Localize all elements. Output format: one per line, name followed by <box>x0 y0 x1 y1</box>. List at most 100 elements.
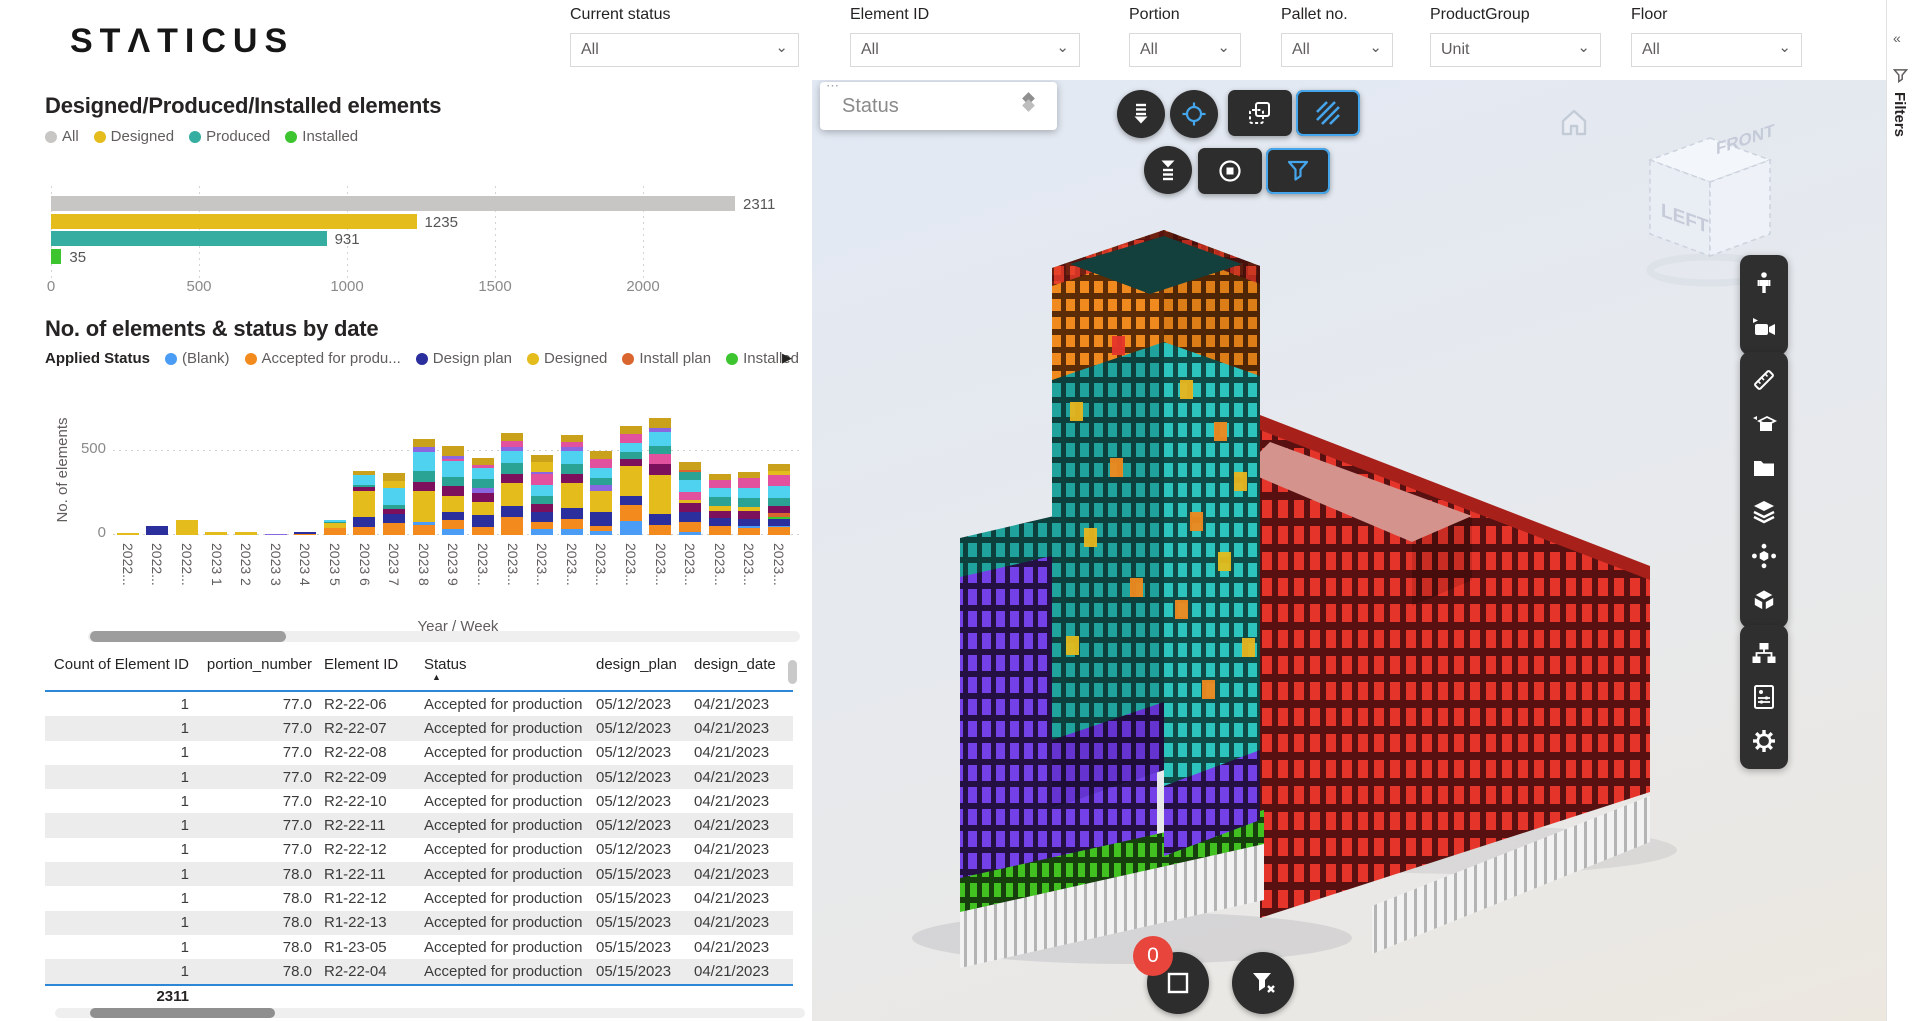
stacked-bar[interactable] <box>679 462 701 535</box>
home-view-button[interactable] <box>1557 106 1591 143</box>
stacked-bar[interactable] <box>117 533 139 535</box>
slicer-dropdown-floor[interactable]: All⌄ <box>1631 33 1802 67</box>
table-header-status[interactable]: Status▲ <box>418 652 590 690</box>
table-row[interactable]: 178.0R1-22-11Accepted for production05/1… <box>45 862 793 886</box>
bar-installed[interactable] <box>51 249 61 264</box>
table-row[interactable]: 177.0R2-22-07Accepted for production05/1… <box>45 716 793 740</box>
page-scrollbar-thumb[interactable] <box>90 1008 275 1018</box>
legend-more-icon[interactable]: ▶ <box>782 350 792 366</box>
grouping-button[interactable] <box>1740 534 1788 578</box>
slicer-dropdown-element-id[interactable]: All⌄ <box>850 33 1080 67</box>
table-row[interactable]: 177.0R2-22-09Accepted for production05/1… <box>45 765 793 789</box>
properties-button[interactable] <box>1740 675 1788 719</box>
bar-segment-design_plan <box>442 512 464 520</box>
legend-item-accepted[interactable]: Accepted for produ... <box>245 350 401 367</box>
legend-item-blank[interactable]: (Blank) <box>165 350 230 367</box>
table-row[interactable]: 177.0R2-22-12Accepted for production05/1… <box>45 838 793 862</box>
chevron-down-icon: ⌄ <box>775 38 788 56</box>
chart2-scrollbar-thumb[interactable] <box>90 631 286 642</box>
viewer-filter-button[interactable] <box>1266 148 1330 194</box>
stacked-bar[interactable] <box>413 439 435 535</box>
model-tree-button[interactable] <box>1740 631 1788 675</box>
focus-target-button[interactable] <box>1170 90 1218 138</box>
stacked-bar[interactable] <box>472 458 494 535</box>
stacked-bar[interactable] <box>265 534 287 535</box>
lower-model-button[interactable] <box>1117 90 1165 138</box>
raise-model-button[interactable] <box>1144 146 1192 194</box>
stacked-bar[interactable] <box>146 526 168 535</box>
section-mode-button[interactable] <box>1198 148 1262 194</box>
table-cell: 77.0 <box>195 793 318 810</box>
table-row[interactable]: 178.0R1-22-12Accepted for production05/1… <box>45 886 793 910</box>
table-row[interactable]: 177.0R2-22-06Accepted for production05/1… <box>45 692 793 716</box>
legend-item-designed[interactable]: Designed <box>527 350 607 367</box>
stacked-bar[interactable] <box>294 532 316 535</box>
slicer-value: Unit <box>1441 41 1577 59</box>
stacked-bar[interactable] <box>768 464 790 535</box>
bar-segment-design_plan <box>561 508 583 520</box>
chart2-scrollbar-track[interactable] <box>88 631 800 642</box>
table-cell: 1 <box>45 841 195 858</box>
legend-item-install_plan[interactable]: Install plan <box>622 350 711 367</box>
table-row[interactable]: 177.0R2-22-11Accepted for production05/1… <box>45 813 793 837</box>
filters-pane-label[interactable]: Filters <box>1891 92 1908 137</box>
stacked-bar[interactable] <box>205 532 227 535</box>
legend-label: Designed <box>544 350 607 367</box>
table-row[interactable]: 178.0R2-22-04Accepted for production05/1… <box>45 959 793 983</box>
table-header-design-plan[interactable]: design_plan <box>590 652 688 690</box>
stacked-bar[interactable] <box>531 455 553 535</box>
legend-item-installed[interactable]: Installed <box>285 128 358 145</box>
table-row[interactable]: 178.0R1-23-05Accepted for production05/1… <box>45 935 793 959</box>
files-button[interactable] <box>1740 446 1788 490</box>
legend-item-all[interactable]: All <box>45 128 79 145</box>
status-field-card[interactable]: ⋯ Status <box>820 82 1057 130</box>
slicer-dropdown-portion[interactable]: All⌄ <box>1129 33 1241 67</box>
expand-filters-icon[interactable]: « <box>1893 30 1901 46</box>
stacked-bar[interactable] <box>353 471 375 535</box>
settings-button[interactable] <box>1740 719 1788 763</box>
copy-view-button[interactable] <box>1228 90 1292 136</box>
legend-item-designed[interactable]: Designed <box>94 128 174 145</box>
camera-views-button[interactable] <box>1740 305 1788 349</box>
measure-button[interactable] <box>1740 358 1788 402</box>
section-box-button[interactable] <box>1740 402 1788 446</box>
walk-mode-button[interactable] <box>1740 261 1788 305</box>
table-vertical-scrollbar-thumb[interactable] <box>788 660 797 684</box>
model-3d-button[interactable] <box>1740 578 1788 622</box>
stacked-bar[interactable] <box>709 474 731 535</box>
stacked-bar[interactable] <box>501 433 523 535</box>
slicer-value: All <box>1140 41 1217 59</box>
stacked-bar[interactable] <box>590 451 612 535</box>
table-row[interactable]: 177.0R2-22-10Accepted for production05/1… <box>45 789 793 813</box>
stacked-bar[interactable] <box>738 472 760 535</box>
table-header-portion-number[interactable]: portion_number <box>195 652 318 690</box>
stacked-bar[interactable] <box>176 520 198 535</box>
stacked-bar[interactable] <box>324 520 346 535</box>
chart2-category-label: 2023 4 <box>291 543 321 617</box>
table-header-count-of-element-id[interactable]: Count of Element ID <box>45 652 195 690</box>
stacked-bar[interactable] <box>561 435 583 535</box>
legend-item-design_plan[interactable]: Design plan <box>416 350 512 367</box>
stacked-bar[interactable] <box>442 445 464 535</box>
page-scrollbar-track[interactable] <box>55 1008 805 1018</box>
table-header-design-date[interactable]: design_date <box>688 652 783 690</box>
stacked-bar[interactable] <box>383 473 405 535</box>
table-cell: R2-22-09 <box>318 769 418 786</box>
table-row[interactable]: 177.0R2-22-08Accepted for production05/1… <box>45 741 793 765</box>
stacked-bar[interactable] <box>649 418 671 535</box>
slicer-dropdown-product-group[interactable]: Unit⌄ <box>1430 33 1601 67</box>
stacked-bar[interactable] <box>235 532 257 535</box>
stacked-bar[interactable] <box>620 426 642 535</box>
slicer-dropdown-current-status[interactable]: All⌄ <box>570 33 799 67</box>
bar-designed[interactable] <box>51 214 417 229</box>
bar-all[interactable] <box>51 196 735 211</box>
layers-button[interactable] <box>1740 490 1788 534</box>
chart2-category-label: 2023... <box>616 543 646 617</box>
hatch-overlay-button[interactable] <box>1296 90 1360 136</box>
clear-filter-button[interactable] <box>1232 952 1294 1014</box>
legend-item-produced[interactable]: Produced <box>189 128 270 145</box>
bar-produced[interactable] <box>51 231 327 246</box>
table-row[interactable]: 178.0R1-22-13Accepted for production05/1… <box>45 911 793 935</box>
table-header-element-id[interactable]: Element ID <box>318 652 418 690</box>
slicer-dropdown-pallet-no[interactable]: All⌄ <box>1281 33 1393 67</box>
